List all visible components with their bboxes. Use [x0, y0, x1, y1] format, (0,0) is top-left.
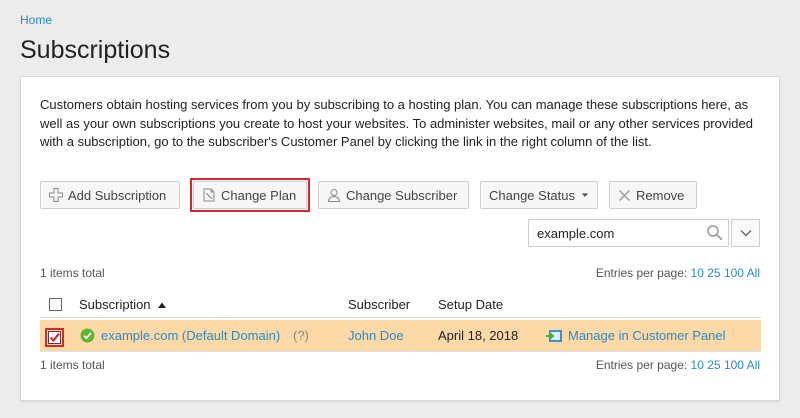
page-size-25[interactable]: 25: [707, 358, 720, 372]
page-description: Customers obtain hosting services from y…: [40, 97, 753, 149]
change-plan-button[interactable]: Change Plan: [193, 181, 307, 209]
subscriber-link[interactable]: John Doe: [348, 328, 404, 343]
caret-down-icon: [581, 193, 589, 197]
customer-panel-icon: [546, 330, 562, 342]
page-size-10[interactable]: 10: [691, 358, 704, 372]
change-status-dropdown[interactable]: Change Status: [480, 181, 598, 209]
change-status-label: Change Status: [489, 187, 576, 203]
help-link[interactable]: (?): [293, 328, 309, 343]
remove-button[interactable]: Remove: [609, 181, 697, 209]
breadcrumb-home[interactable]: Home: [20, 13, 52, 27]
close-icon: [619, 189, 630, 201]
sort-ascending-icon: [158, 302, 167, 308]
status-ok-icon: [80, 328, 95, 343]
checkmark-icon: [49, 332, 60, 343]
search-input[interactable]: [528, 219, 729, 247]
page-size-100[interactable]: 100: [724, 266, 744, 280]
change-plan-label: Change Plan: [221, 187, 297, 203]
column-subscription[interactable]: Subscription: [79, 297, 167, 312]
add-subscription-label: Add Subscription: [68, 187, 167, 203]
page-size-100[interactable]: 100: [724, 358, 744, 372]
add-subscription-button[interactable]: Add Subscription: [40, 181, 180, 209]
column-subscriber[interactable]: Subscriber: [348, 297, 410, 312]
change-subscriber-label: Change Subscriber: [346, 187, 458, 203]
search-icon[interactable]: [706, 224, 724, 242]
column-subscription-label: Subscription: [79, 297, 151, 312]
chevron-down-icon: [740, 230, 751, 237]
column-setup-date[interactable]: Setup Date: [438, 297, 503, 312]
user-icon: [327, 189, 341, 202]
select-all-checkbox[interactable]: [49, 298, 62, 311]
entries-per-page-top: Entries per page: 10 25 100 All: [596, 266, 760, 280]
subscriptions-panel: Customers obtain hosting services from y…: [20, 76, 780, 401]
manage-in-customer-panel-link[interactable]: Manage in Customer Panel: [568, 328, 726, 343]
page-size-all[interactable]: All: [747, 358, 760, 372]
page-size-all[interactable]: All: [747, 266, 760, 280]
entries-per-page-label: Entries per page:: [595, 266, 688, 280]
document-icon: [203, 188, 215, 202]
row-checkbox[interactable]: [48, 331, 61, 344]
row-divider: [40, 351, 761, 352]
page-size-10[interactable]: 10: [691, 266, 704, 280]
page-title: Subscriptions: [20, 36, 171, 64]
entries-per-page-bottom: Entries per page: 10 25 100 All: [596, 358, 760, 372]
setup-date: April 18, 2018: [438, 328, 519, 343]
plus-icon: [49, 188, 63, 202]
items-total-top: 1 items total: [40, 266, 105, 280]
search-options-toggle[interactable]: [731, 219, 760, 247]
page-size-25[interactable]: 25: [707, 266, 720, 280]
remove-label: Remove: [636, 187, 685, 203]
header-divider: [40, 317, 761, 318]
items-total-bottom: 1 items total: [40, 358, 105, 372]
subscription-domain-link[interactable]: example.com (Default Domain): [101, 328, 280, 343]
change-subscriber-button[interactable]: Change Subscriber: [318, 181, 469, 209]
entries-per-page-label: Entries per page:: [595, 358, 688, 372]
